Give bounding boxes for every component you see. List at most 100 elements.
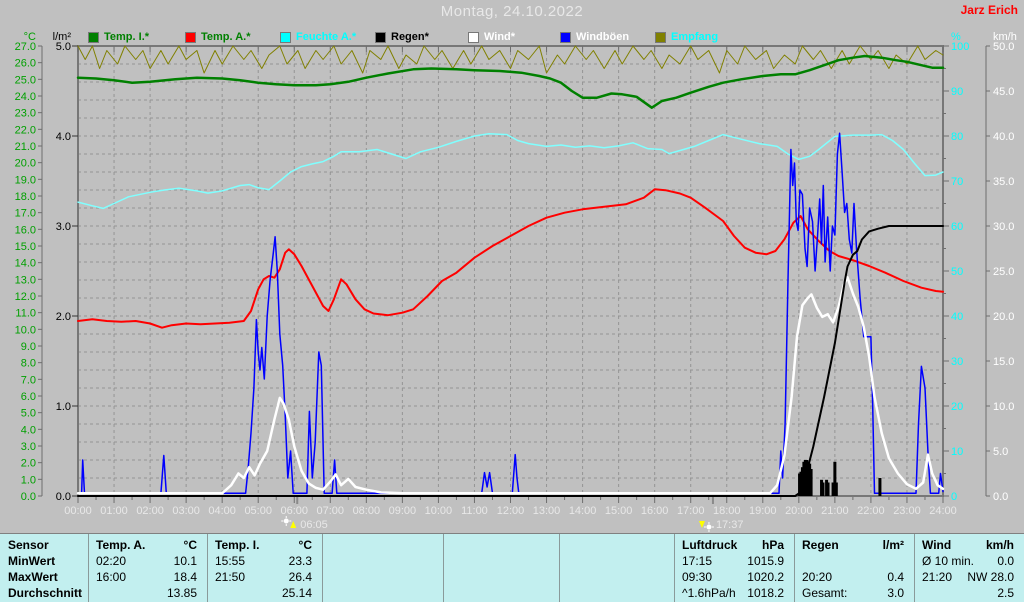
svg-text:11:00: 11:00: [461, 505, 488, 517]
svg-text:24.0: 24.0: [15, 91, 36, 103]
cell-value: 10.1: [173, 554, 197, 568]
svg-text:0.0: 0.0: [56, 491, 71, 503]
svg-text:4.0: 4.0: [21, 424, 36, 436]
table-header-regen: Regen l/m²: [802, 538, 904, 552]
cell-time: Wind: [922, 538, 952, 552]
svg-text:14.0: 14.0: [15, 258, 36, 270]
svg-text:21.0: 21.0: [15, 141, 36, 153]
table-header-luftdruck: Luftdruck hPa: [682, 538, 784, 552]
svg-text:23.0: 23.0: [15, 108, 36, 120]
cell-value: 0.0: [997, 554, 1014, 568]
cell-value: hPa: [761, 538, 784, 552]
svg-text:50: 50: [951, 266, 963, 278]
svg-text:°C: °C: [24, 31, 36, 43]
rain-axis: 5.04.03.02.01.00.0l/m²: [53, 31, 78, 503]
svg-text:18:00: 18:00: [713, 505, 741, 517]
series-windboeen: [77, 132, 944, 495]
rain-bars: [798, 460, 882, 496]
svg-text:5.0: 5.0: [993, 446, 1008, 458]
table-cell-regen: 20:20 0.4: [802, 570, 904, 584]
svg-text:10: 10: [951, 446, 963, 458]
svg-text:17.0: 17.0: [15, 208, 36, 220]
table-cell-temp-a: 16:00 18.4: [96, 570, 197, 584]
cell-time: 02:20: [96, 554, 127, 568]
x-axis-labels: 00:00 01:00 02:00 03:00 04:00 05:00 06:00 07:00…: [64, 505, 957, 517]
svg-text:19:00: 19:00: [749, 505, 777, 517]
cell-time: 16:00: [96, 570, 127, 584]
cell-time: 21:50: [215, 570, 246, 584]
svg-text:10.0: 10.0: [993, 401, 1014, 413]
svg-text:70: 70: [951, 176, 963, 188]
weather-app-window: Montag, 24.10.2022 Jarz Erich Temp. I.* T…: [0, 0, 1024, 602]
svg-text:06:00: 06:00: [280, 505, 308, 517]
svg-text:8.0: 8.0: [21, 358, 36, 370]
cell-value: 3.0: [887, 586, 904, 600]
svg-text:06:05: 06:05: [300, 519, 328, 531]
table-cell-temp-i: 25.14: [215, 586, 312, 600]
table-cell-wind: 21:20 NW 28.0: [922, 570, 1014, 584]
svg-text:18.0: 18.0: [15, 191, 36, 203]
svg-text:10.0: 10.0: [15, 324, 36, 336]
cell-value: 25.14: [281, 586, 312, 600]
table-cell-temp-a: 02:20 10.1: [96, 554, 197, 568]
svg-text:13:00: 13:00: [533, 505, 561, 517]
svg-text:5.0: 5.0: [21, 408, 36, 420]
table-row-label: MaxWert: [8, 570, 58, 584]
svg-text:4.0: 4.0: [56, 131, 71, 143]
svg-text:13.0: 13.0: [15, 274, 36, 286]
table-divider: [794, 534, 795, 602]
sun-icon: [703, 522, 714, 532]
svg-text:10:00: 10:00: [425, 505, 453, 517]
weather-chart: 27.026.025.024.023.022.021.020.019.018.0…: [15, 31, 1017, 532]
table-cell-luftdruck: 09:30 1020.2: [682, 570, 784, 584]
table-divider: [914, 534, 915, 602]
svg-text:07:00: 07:00: [317, 505, 345, 517]
table-divider: [559, 534, 560, 602]
cell-time: Ø 10 min.: [922, 554, 975, 568]
svg-text:12:00: 12:00: [497, 505, 525, 517]
percent-axis: 1009080706050403020100%: [943, 31, 969, 503]
svg-text:80: 80: [951, 131, 963, 143]
svg-text:02:00: 02:00: [136, 505, 164, 517]
svg-text:00:00: 00:00: [64, 505, 92, 517]
table-cell-regen: Gesamt: 3.0: [802, 586, 904, 600]
svg-text:15:00: 15:00: [605, 505, 633, 517]
table-cell-wind: 2.5: [922, 586, 1014, 600]
svg-text:2.0: 2.0: [56, 311, 71, 323]
chart-grid: [78, 46, 943, 496]
svg-text:22.0: 22.0: [15, 124, 36, 136]
cell-time: 17:15: [682, 554, 713, 568]
svg-text:16:00: 16:00: [641, 505, 669, 517]
table-divider: [322, 534, 323, 602]
svg-text:km/h: km/h: [993, 31, 1017, 43]
svg-text:%: %: [951, 31, 961, 43]
cell-value: NW 28.0: [967, 570, 1014, 584]
svg-text:6.0: 6.0: [21, 391, 36, 403]
table-cell-temp-i: 21:50 26.4: [215, 570, 312, 584]
svg-text:3.0: 3.0: [21, 441, 36, 453]
svg-text:12.0: 12.0: [15, 291, 36, 303]
svg-text:60: 60: [951, 221, 963, 233]
svg-text:90: 90: [951, 86, 963, 98]
svg-text:20.0: 20.0: [15, 158, 36, 170]
svg-text:24:00: 24:00: [929, 505, 957, 517]
cell-value: 0.4: [887, 570, 904, 584]
table-header-temp-i: Temp. I. °C: [215, 538, 312, 552]
svg-text:35.0: 35.0: [993, 176, 1014, 188]
svg-text:25.0: 25.0: [15, 74, 36, 86]
svg-text:03:00: 03:00: [172, 505, 200, 517]
svg-text:25.0: 25.0: [993, 266, 1014, 278]
table-divider: [674, 534, 675, 602]
svg-text:45.0: 45.0: [993, 86, 1014, 98]
svg-text:3.0: 3.0: [56, 221, 71, 233]
svg-text:40.0: 40.0: [993, 131, 1014, 143]
cell-value: 26.4: [288, 570, 312, 584]
cell-value: 1018.2: [747, 586, 784, 600]
svg-text:11.0: 11.0: [15, 308, 36, 320]
stats-table: Sensor MinWert MaxWert Durchschnitt Temp. A.…: [0, 533, 1024, 602]
cell-time: 15:55: [215, 554, 246, 568]
svg-text:16.0: 16.0: [15, 224, 36, 236]
cell-time: Luftdruck: [682, 538, 738, 552]
cell-time: 21:20: [922, 570, 953, 584]
cell-value: 23.3: [288, 554, 312, 568]
